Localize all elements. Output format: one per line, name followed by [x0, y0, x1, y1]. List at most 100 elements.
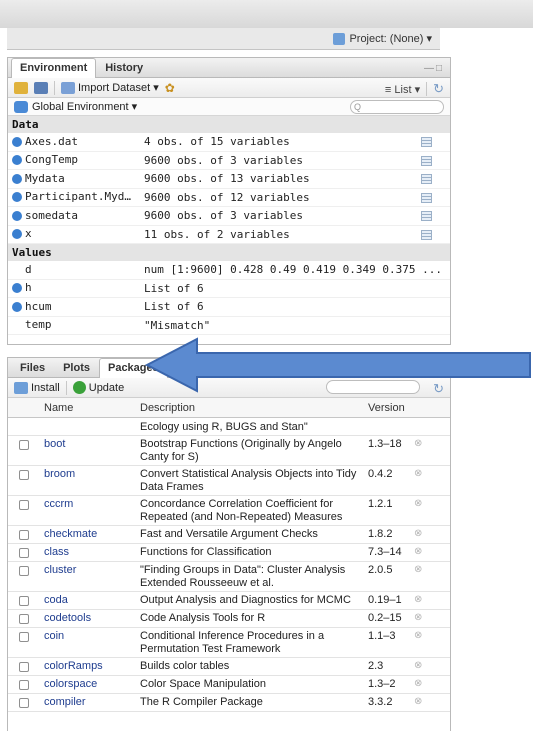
- expand-icon[interactable]: [12, 155, 22, 166]
- variable-name: hcum: [25, 299, 52, 313]
- remove-package-icon[interactable]: ⊗: [414, 466, 434, 495]
- remove-package-icon[interactable]: ⊗: [414, 610, 434, 627]
- package-name-link[interactable]: coin: [40, 628, 140, 657]
- package-version: 1.3–2: [368, 678, 396, 690]
- pane-window-controls[interactable]: —□: [424, 63, 444, 74]
- global-environment-dropdown[interactable]: Global Environment ▾: [32, 100, 137, 113]
- package-load-checkbox[interactable]: [19, 500, 29, 510]
- update-button[interactable]: Update: [72, 381, 124, 394]
- toolbar-separator: [54, 80, 55, 95]
- remove-package-icon[interactable]: ⊗: [414, 496, 434, 525]
- package-name-link[interactable]: compiler: [40, 694, 140, 711]
- view-data-grid-icon[interactable]: [421, 229, 432, 240]
- variable-value: List of 6: [144, 300, 204, 313]
- data-row[interactable]: CongTemp 9600 obs. of 3 variables: [8, 152, 450, 170]
- package-load-checkbox[interactable]: [19, 548, 29, 558]
- remove-package-icon[interactable]: ⊗: [414, 676, 434, 693]
- data-row[interactable]: Mydata 9600 obs. of 13 variables: [8, 170, 450, 189]
- data-row[interactable]: Axes.dat 4 obs. of 15 variables: [8, 133, 450, 152]
- row-spacer: [40, 418, 140, 435]
- expand-icon[interactable]: [12, 136, 22, 147]
- remove-package-icon[interactable]: ⊗: [414, 526, 434, 543]
- package-load-checkbox[interactable]: [19, 632, 29, 642]
- column-header-description[interactable]: Description: [140, 402, 366, 414]
- open-folder-icon[interactable]: [14, 81, 28, 94]
- view-data-grid-icon[interactable]: [421, 192, 432, 203]
- package-load-checkbox[interactable]: [19, 440, 29, 450]
- value-row[interactable]: h List of 6: [8, 280, 450, 298]
- package-name-link[interactable]: boot: [40, 436, 140, 465]
- remove-package-icon[interactable]: ⊗: [414, 694, 434, 711]
- value-row[interactable]: temp "Mismatch": [8, 317, 450, 335]
- import-dataset-button[interactable]: Import Dataset ▾: [61, 81, 159, 94]
- package-checkbox-cell: [8, 544, 40, 561]
- expand-icon[interactable]: [12, 173, 22, 184]
- variable-name-cell: temp: [8, 317, 144, 335]
- remove-package-icon[interactable]: ⊗: [414, 628, 434, 657]
- expand-icon[interactable]: [12, 192, 22, 203]
- package-name-link[interactable]: cluster: [40, 562, 140, 591]
- package-version: 1.2.1: [368, 498, 393, 510]
- package-name-link[interactable]: cccrm: [40, 496, 140, 525]
- variable-value: 9600 obs. of 12 variables: [144, 190, 310, 204]
- refresh-icon[interactable]: ↻: [433, 81, 444, 97]
- value-row[interactable]: d num [1:9600] 0.428 0.49 0.419 0.349 0.3…: [8, 261, 450, 280]
- table-row: broom Convert Statistical Analysis Object…: [8, 466, 450, 496]
- table-row: cluster "Finding Groups in Data": Cluster…: [8, 562, 450, 592]
- expand-icon[interactable]: [12, 283, 22, 294]
- expand-icon[interactable]: [12, 229, 22, 240]
- package-version: 1.8.2: [368, 528, 393, 540]
- package-load-checkbox[interactable]: [19, 680, 29, 690]
- view-data-grid-icon[interactable]: [421, 155, 432, 166]
- view-mode-dropdown[interactable]: ≡ List ▾: [385, 83, 420, 96]
- expand-icon[interactable]: [12, 210, 22, 221]
- package-name-link[interactable]: class: [40, 544, 140, 561]
- callout-arrow: [145, 337, 531, 393]
- package-load-checkbox[interactable]: [19, 614, 29, 624]
- package-description: Color Space Manipulation: [140, 678, 266, 690]
- view-data-grid-icon[interactable]: [421, 137, 432, 147]
- column-header-version[interactable]: Version: [366, 402, 414, 414]
- expand-icon[interactable]: [12, 301, 22, 312]
- tab-plots[interactable]: Plots: [54, 358, 99, 377]
- tab-files[interactable]: Files: [11, 358, 54, 377]
- remove-package-icon[interactable]: ⊗: [414, 544, 434, 561]
- clear-workspace-broom-icon[interactable]: ✿: [165, 81, 175, 95]
- view-data-grid-icon[interactable]: [421, 211, 432, 221]
- package-load-checkbox[interactable]: [19, 596, 29, 606]
- column-header-name[interactable]: Name: [40, 402, 140, 414]
- package-name-link[interactable]: codetools: [40, 610, 140, 627]
- view-data-grid-icon[interactable]: [421, 174, 432, 184]
- package-load-checkbox[interactable]: [19, 698, 29, 708]
- package-name-link[interactable]: broom: [40, 466, 140, 495]
- package-name-link[interactable]: coda: [40, 592, 140, 609]
- remove-package-icon[interactable]: ⊗: [414, 436, 434, 465]
- package-name-link[interactable]: checkmate: [40, 526, 140, 543]
- package-name-link[interactable]: colorspace: [40, 676, 140, 693]
- remove-package-icon[interactable]: ⊗: [414, 562, 434, 591]
- data-row[interactable]: Participant.Myd… 9600 obs. of 12 variable…: [8, 189, 450, 207]
- remove-package-icon[interactable]: ⊗: [414, 592, 434, 609]
- import-dataset-label: Import Dataset ▾: [78, 82, 159, 94]
- variable-value: num [1:9600] 0.428 0.49 0.419 0.349 0.37…: [144, 263, 443, 276]
- data-row[interactable]: somedata 9600 obs. of 3 variables: [8, 207, 450, 226]
- package-load-checkbox[interactable]: [19, 470, 29, 480]
- value-row[interactable]: hcum List of 6: [8, 298, 450, 317]
- data-row[interactable]: x 11 obs. of 2 variables: [8, 226, 450, 244]
- package-version: 2.3: [368, 660, 384, 672]
- variable-value: 9600 obs. of 3 variables: [144, 209, 303, 222]
- package-checkbox-cell: [8, 658, 40, 675]
- save-icon[interactable]: [34, 81, 48, 94]
- environment-scope-bar: Global Environment ▾ Q: [8, 98, 450, 116]
- package-load-checkbox[interactable]: [19, 566, 29, 576]
- package-name-link[interactable]: colorRamps: [40, 658, 140, 675]
- environment-search-input[interactable]: Q: [350, 100, 444, 114]
- install-label: Install: [31, 381, 60, 394]
- tab-history[interactable]: History: [96, 58, 152, 77]
- remove-package-icon[interactable]: ⊗: [414, 658, 434, 675]
- package-load-checkbox[interactable]: [19, 662, 29, 672]
- project-menu[interactable]: Project: (None) ▾: [333, 32, 432, 45]
- install-button[interactable]: Install: [14, 381, 60, 394]
- tab-environment[interactable]: Environment: [11, 58, 97, 78]
- package-load-checkbox[interactable]: [19, 530, 29, 540]
